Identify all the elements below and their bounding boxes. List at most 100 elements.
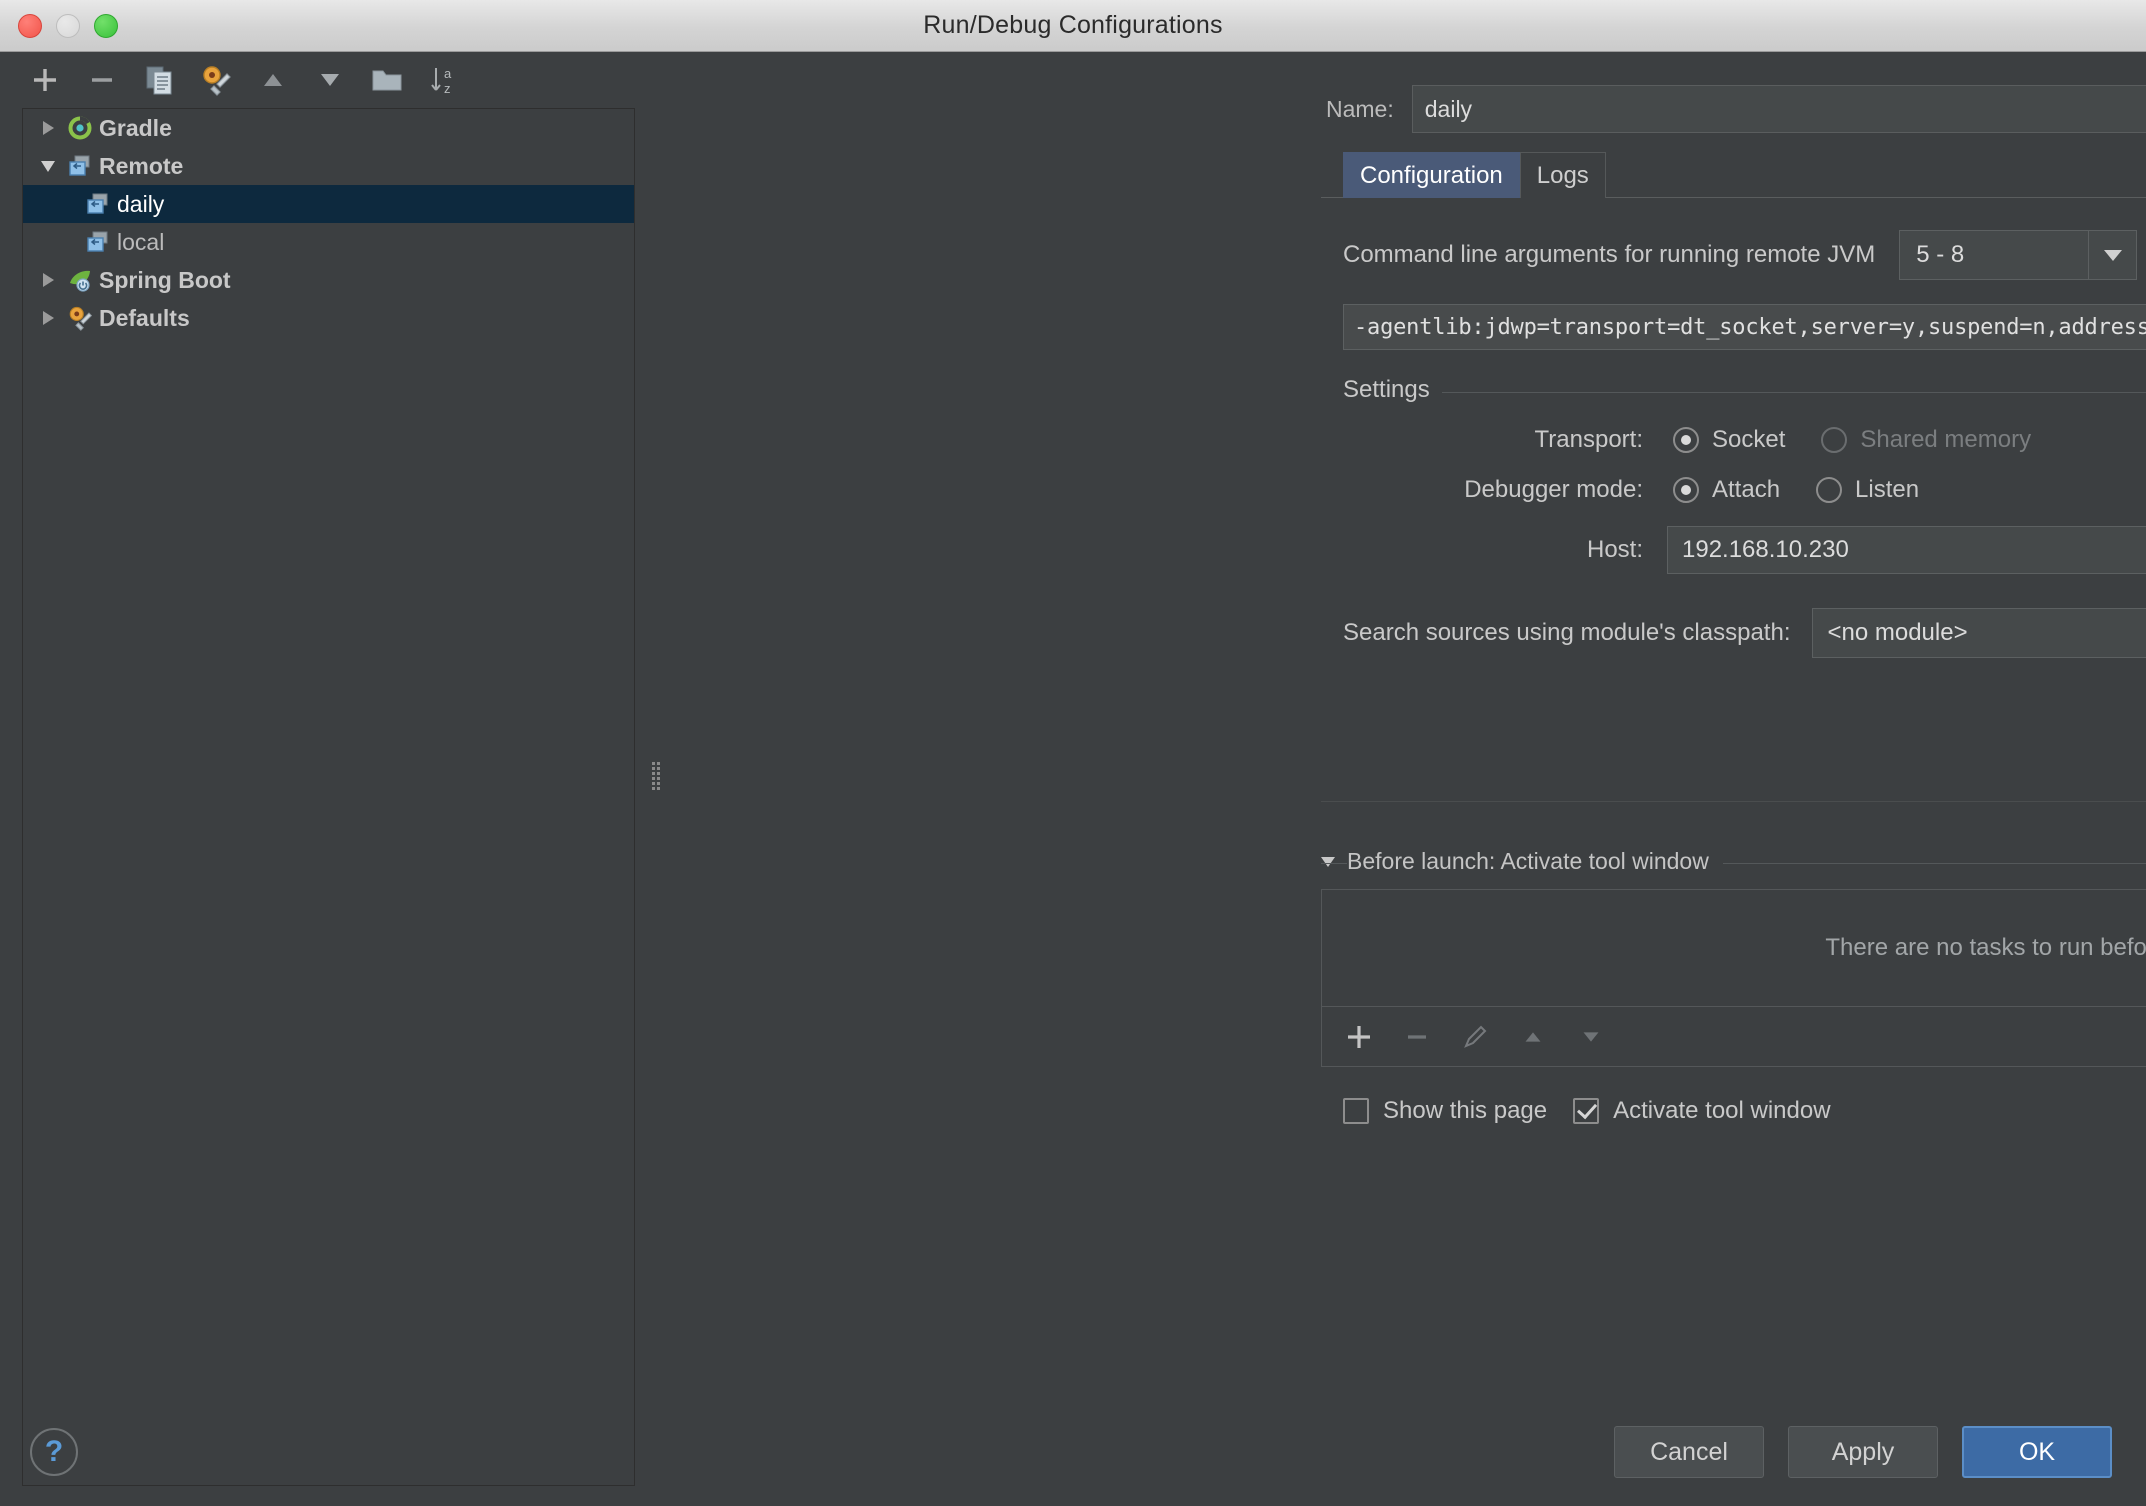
radio-indicator (1816, 477, 1843, 503)
radio-indicator (1821, 427, 1848, 453)
tree-item-daily[interactable]: daily (23, 185, 634, 223)
before-launch-empty-text: There are no tasks to run before launch (1825, 934, 2146, 961)
show-this-page-checkbox[interactable]: Show this page (1343, 1097, 1547, 1125)
minimize-window-button[interactable] (56, 13, 80, 38)
name-row: Name: daily Share Single instance only (673, 80, 2146, 138)
remote-icon (63, 153, 97, 179)
footer-buttons: Cancel Apply OK (1614, 1426, 2112, 1478)
before-launch-task-list[interactable]: There are no tasks to run before launch (1321, 889, 2146, 1007)
transport-label: Transport: (1534, 426, 1643, 453)
classpath-label: Search sources using module's classpath: (1343, 619, 1791, 646)
expand-toggle-spring-boot[interactable] (33, 273, 63, 287)
move-configuration-up-button[interactable] (254, 61, 292, 99)
expand-toggle-remote[interactable] (33, 160, 63, 172)
tab-logs[interactable]: Logs (1519, 152, 1606, 198)
jvm-version-value: 5 - 8 (1916, 241, 1965, 268)
gradle-icon (63, 115, 97, 141)
settings-group: Settings Transport: Socket Shared memory (1343, 376, 2146, 658)
radio-indicator (1673, 427, 1699, 453)
tree-item-local[interactable]: local (23, 223, 634, 261)
debugger-mode-listen-label: Listen (1855, 476, 1920, 503)
debugger-mode-listen-radio[interactable]: Listen (1816, 476, 1919, 504)
configurations-tree[interactable]: Gradle Remote daily local Spring Boot De… (22, 108, 635, 1486)
host-input[interactable]: 192.168.10.230 (1667, 526, 2146, 574)
before-launch-collapse-toggle[interactable] (1321, 856, 1335, 867)
remote-icon (81, 229, 115, 255)
debugger-mode-attach-label: Attach (1712, 476, 1781, 503)
expand-toggle-defaults[interactable] (33, 311, 63, 325)
configuration-editor-panel: Name: daily Share Single instance only C… (655, 52, 2146, 1506)
remove-task-button[interactable] (1398, 1018, 1436, 1056)
remote-icon (81, 191, 115, 217)
apply-button[interactable]: Apply (1788, 1426, 1938, 1478)
add-configuration-button[interactable] (26, 61, 64, 99)
before-launch-toolbar (1321, 1007, 2146, 1067)
name-label: Name: (1326, 95, 1394, 122)
chevron-down-icon[interactable] (2088, 231, 2137, 279)
spring-boot-icon (63, 267, 97, 293)
jvm-version-select[interactable]: 5 - 8 (1899, 230, 2138, 280)
debugger-mode-attach-radio[interactable]: Attach (1673, 476, 1780, 504)
classpath-row: Search sources using module's classpath:… (1343, 608, 2146, 658)
ok-button[interactable]: OK (1962, 1426, 2112, 1478)
move-task-up-button[interactable] (1514, 1018, 1552, 1056)
group-divider (1343, 392, 2146, 393)
agent-args-input[interactable]: -agentlib:jdwp=transport=dt_socket,serve… (1343, 304, 2146, 350)
debugger-mode-label: Debugger mode: (1464, 476, 1643, 503)
classpath-select[interactable]: <no module> (1812, 608, 2146, 658)
tree-item-label: daily (117, 190, 165, 217)
before-launch-title: Before launch: Activate tool window (1347, 848, 1723, 875)
dialog-footer: ? Cancel Apply OK (0, 1410, 2146, 1506)
cancel-button[interactable]: Cancel (1614, 1426, 1764, 1478)
help-icon[interactable]: ? (30, 1428, 78, 1476)
close-window-button[interactable] (18, 13, 42, 38)
tree-item-gradle[interactable]: Gradle (23, 109, 634, 147)
configurations-toolbar: a z (0, 52, 655, 108)
remove-configuration-button[interactable] (83, 61, 121, 99)
transport-shared-memory-label: Shared memory (1860, 426, 2032, 453)
before-launch-options: Show this page Activate tool window (1343, 1097, 2146, 1125)
tree-item-label: local (117, 228, 165, 255)
new-folder-button[interactable] (368, 61, 406, 99)
editor-tabs: Configuration Logs (1343, 152, 2146, 198)
title-bar: Run/Debug Configurations (0, 0, 2146, 52)
transport-socket-radio[interactable]: Socket (1673, 426, 1785, 454)
tree-item-spring-boot[interactable]: Spring Boot (23, 261, 634, 299)
run-debug-configurations-dialog: Run/Debug Configurations a z Gradle Remo… (0, 0, 2146, 1506)
expand-toggle-gradle[interactable] (33, 121, 63, 135)
edit-task-button[interactable] (1456, 1018, 1494, 1056)
add-task-button[interactable] (1340, 1018, 1378, 1056)
window-controls (18, 13, 118, 38)
show-this-page-label: Show this page (1383, 1097, 1548, 1124)
copy-configuration-button[interactable] (140, 61, 178, 99)
transport-shared-memory-radio: Shared memory (1821, 426, 2031, 454)
classpath-value: <no module> (1827, 619, 1968, 646)
tree-item-label: Remote (99, 152, 184, 179)
maximize-window-button[interactable] (94, 13, 118, 38)
tree-item-defaults[interactable]: Defaults (23, 299, 634, 337)
move-task-down-button[interactable] (1572, 1018, 1610, 1056)
tree-item-remote[interactable]: Remote (23, 147, 634, 185)
transport-socket-label: Socket (1712, 426, 1786, 453)
activate-tool-window-checkbox[interactable]: Activate tool window (1573, 1097, 1831, 1125)
window-title: Run/Debug Configurations (923, 11, 1223, 39)
move-configuration-down-button[interactable] (311, 61, 349, 99)
tree-item-label: Defaults (99, 304, 190, 331)
configuration-tab-panel: Command line arguments for running remot… (1321, 197, 2146, 802)
settings-group-title: Settings (1343, 376, 1442, 404)
sort-az-button[interactable]: a z (425, 61, 463, 99)
agent-args-row: -agentlib:jdwp=transport=dt_socket,serve… (1321, 304, 2146, 350)
name-input[interactable]: daily (1411, 85, 2146, 133)
show-this-page-checkbox-box (1343, 1098, 1369, 1124)
transport-row: Transport: Socket Shared memory (1343, 426, 2146, 454)
svg-text:z: z (444, 81, 451, 96)
tab-configuration[interactable]: Configuration (1343, 152, 1520, 198)
edit-defaults-button[interactable] (197, 61, 235, 99)
configurations-panel: a z Gradle Remote daily local Spring Boo… (0, 52, 655, 1506)
jvm-args-row: Command line arguments for running remot… (1321, 198, 2146, 280)
tree-item-label: Spring Boot (99, 266, 231, 293)
gear-wrench-icon (63, 305, 97, 331)
before-launch-header: Before launch: Activate tool window (1321, 848, 2146, 875)
jvm-args-label: Command line arguments for running remot… (1343, 241, 1876, 268)
debugger-mode-row: Debugger mode: Attach Listen (1343, 476, 2146, 504)
